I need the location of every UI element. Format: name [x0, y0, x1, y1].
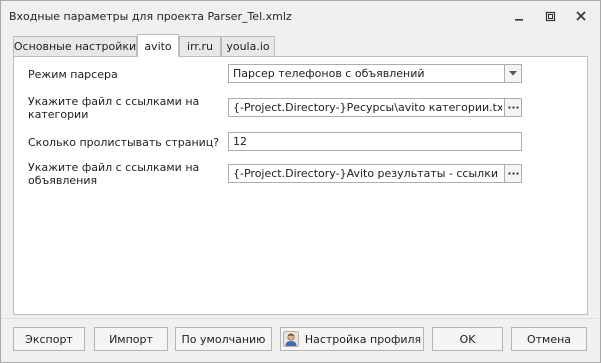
pages-count-value: 12	[233, 135, 247, 148]
pages-count-label: Сколько пролистывать страниц?	[28, 136, 220, 149]
parser-mode-value: Парсер телефонов с объявлений	[233, 67, 425, 80]
ok-button[interactable]: OK	[432, 327, 503, 351]
tab-avito[interactable]: avito	[137, 34, 179, 57]
pages-count-input[interactable]: 12	[228, 132, 522, 151]
tab-label: irr.ru	[187, 40, 213, 53]
tab-irr[interactable]: irr.ru	[179, 36, 221, 56]
export-button[interactable]: Экспорт	[13, 327, 85, 351]
profile-settings-button[interactable]: Настройка профиля	[280, 327, 424, 351]
footer-divider	[1, 318, 600, 319]
ads-file-input[interactable]: {-Project.Directory-}Avito результаты - …	[228, 164, 522, 183]
browse-categories-button[interactable]	[504, 99, 521, 116]
tab-label: youla.io	[226, 40, 270, 53]
ok-label: OK	[459, 332, 476, 346]
minimize-button[interactable]	[505, 5, 533, 27]
tab-youla[interactable]: youla.io	[221, 36, 275, 56]
tab-label: Основные настройки	[13, 40, 137, 53]
tab-panel-avito: Режим парсера Парсер телефонов с объявле…	[13, 56, 588, 315]
categories-file-label: Укажите файл с ссылками на категории	[28, 95, 200, 121]
categories-file-input[interactable]: {-Project.Directory-}Ресурсы\avito катег…	[228, 98, 522, 117]
minimize-icon	[515, 19, 523, 21]
export-label: Экспорт	[25, 332, 73, 346]
parser-mode-select[interactable]: Парсер телефонов с объявлений	[228, 64, 522, 83]
dialog-window: Входные параметры для проекта Parser_Tel…	[0, 0, 601, 363]
tab-label: avito	[144, 39, 172, 53]
tab-main-settings[interactable]: Основные настройки	[13, 36, 137, 56]
categories-file-value: {-Project.Directory-}Ресурсы\avito катег…	[233, 101, 502, 114]
ads-file-label: Укажите файл с ссылками на объявления	[28, 161, 200, 187]
parser-mode-label: Режим парсера	[28, 68, 118, 81]
maximize-button[interactable]	[536, 5, 564, 27]
import-button[interactable]: Импорт	[94, 327, 168, 351]
ellipsis-icon	[507, 106, 519, 109]
browse-ads-button[interactable]	[504, 165, 521, 182]
title-bar: Входные параметры для проекта Parser_Tel…	[1, 1, 600, 31]
defaults-label: По умолчанию	[181, 332, 266, 346]
chevron-down-icon	[509, 71, 517, 76]
dropdown-button[interactable]	[504, 65, 521, 82]
ellipsis-icon	[507, 172, 519, 175]
user-profile-icon	[282, 331, 299, 347]
window-title: Входные параметры для проекта Parser_Tel…	[9, 10, 292, 23]
ads-file-value: {-Project.Directory-}Avito результаты - …	[233, 167, 502, 180]
close-button[interactable]	[567, 5, 595, 27]
cancel-label: Отмена	[526, 332, 572, 346]
maximize-icon	[545, 11, 555, 21]
import-label: Импорт	[109, 332, 153, 346]
close-icon	[576, 11, 586, 21]
defaults-button[interactable]: По умолчанию	[175, 327, 272, 351]
profile-settings-label: Настройка профиля	[304, 332, 422, 346]
cancel-button[interactable]: Отмена	[511, 327, 587, 351]
